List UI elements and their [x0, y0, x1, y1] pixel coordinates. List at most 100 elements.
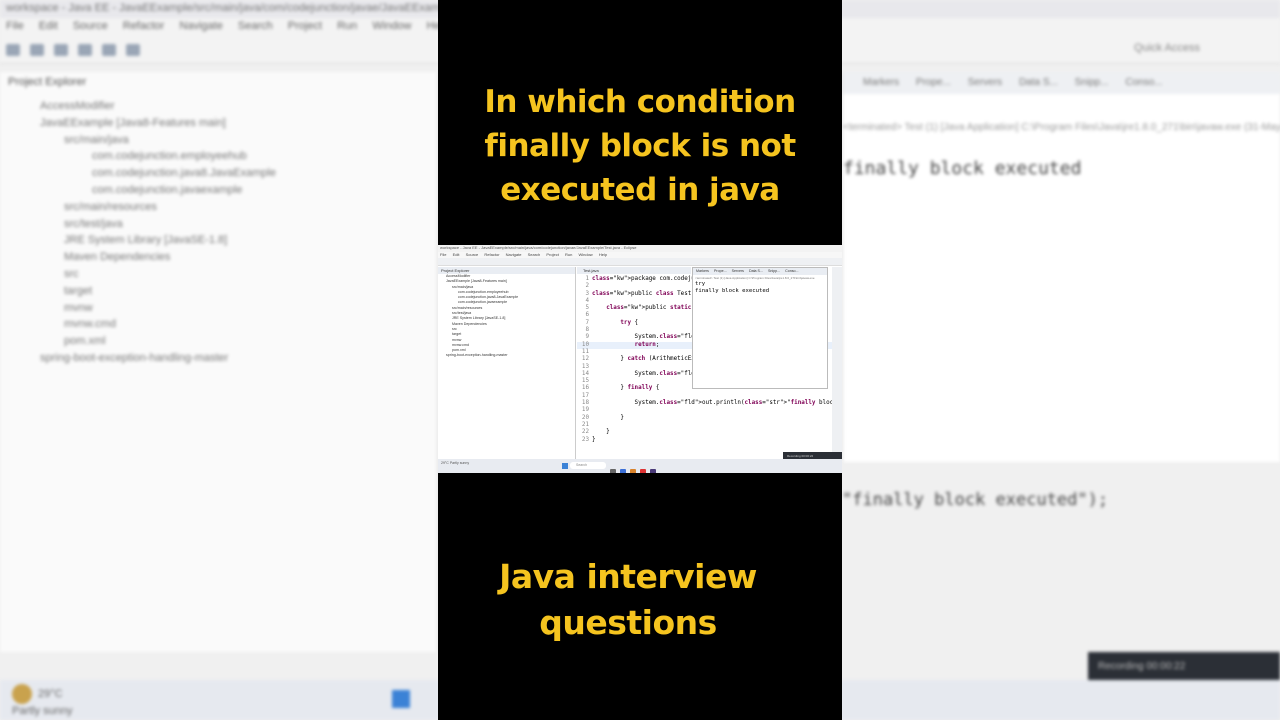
- tree-item[interactable]: src: [12, 266, 276, 283]
- tree-item[interactable]: com.codejunction.java8.JavaExample: [12, 165, 276, 182]
- code-line[interactable]: 19: [577, 407, 842, 414]
- tab-console[interactable]: Conso...: [785, 269, 798, 273]
- tree-item[interactable]: pom.xml: [12, 333, 276, 350]
- mini-menu-navigate[interactable]: Navigate: [506, 252, 522, 257]
- menu-source[interactable]: Source: [73, 20, 108, 32]
- task-view-icon[interactable]: [610, 469, 616, 473]
- video-overlay: In which condition finally block is not …: [438, 0, 842, 720]
- editor-tab[interactable]: Test.java: [577, 267, 691, 274]
- tab-data-source[interactable]: Data S...: [1019, 77, 1058, 88]
- tree-item[interactable]: src/main/java: [12, 132, 276, 149]
- mini-menu-help[interactable]: Help: [599, 252, 607, 257]
- edge-icon[interactable]: [620, 469, 626, 473]
- code-line[interactable]: 18 System.class="fld">out.println(class=…: [577, 400, 842, 407]
- taskbar-search-input[interactable]: Search: [570, 462, 606, 469]
- project-explorer-tab[interactable]: Project Explorer: [8, 76, 86, 88]
- mini-menu-window[interactable]: Window: [578, 252, 592, 257]
- tab-markers[interactable]: Markers: [696, 269, 709, 273]
- windows-start-icon[interactable]: [392, 690, 410, 708]
- line-number: 5: [585, 305, 589, 312]
- line-number: 3: [585, 290, 589, 297]
- mini-explorer-tab[interactable]: Project Explorer: [438, 267, 575, 274]
- explorer-icon[interactable]: [630, 469, 636, 473]
- console-tabs: Markers Prope... Servers Data S... Snipp…: [843, 72, 1280, 94]
- mini-menu-file[interactable]: File: [440, 252, 446, 257]
- menu-project[interactable]: Project: [288, 20, 322, 32]
- tree-item[interactable]: JRE System Library [JavaSE-1.8]: [12, 232, 276, 249]
- mini-menu-run[interactable]: Run: [565, 252, 572, 257]
- tree-item[interactable]: mvnw.cmd: [12, 316, 276, 333]
- tab-properties[interactable]: Prope...: [714, 269, 727, 273]
- debug-icon[interactable]: [78, 44, 92, 56]
- line-number: 19: [581, 407, 589, 414]
- tab-markers[interactable]: Markers: [863, 77, 899, 88]
- mini-recording-indicator: Recording 00:00:22: [783, 452, 842, 459]
- tree-item[interactable]: Maven Dependencies: [12, 249, 276, 266]
- tree-item[interactable]: spring-boot-exception-handling-master: [446, 353, 575, 358]
- tree-item[interactable]: src/test/java: [12, 216, 276, 233]
- line-text: }: [592, 436, 596, 443]
- chrome-icon[interactable]: [640, 469, 646, 473]
- mini-menu-search[interactable]: Search: [528, 252, 541, 257]
- menu-window[interactable]: Window: [372, 20, 411, 32]
- tab-servers[interactable]: Servers: [968, 77, 1002, 88]
- mini-menu-refactor[interactable]: Refactor: [484, 252, 499, 257]
- mini-menu-project[interactable]: Project: [546, 252, 558, 257]
- mini-menu-edit[interactable]: Edit: [453, 252, 460, 257]
- line-number: 2: [585, 283, 589, 290]
- mini-weather-widget[interactable]: 29°C Partly sunny: [441, 461, 469, 465]
- search-icon[interactable]: [126, 44, 140, 56]
- project-tree: AccessModifier JavaEExample [Java8-Featu…: [12, 98, 276, 367]
- line-number: 23: [581, 436, 589, 443]
- tree-item[interactable]: src/main/resources: [12, 199, 276, 216]
- code-line[interactable]: 23}: [577, 437, 842, 444]
- mini-menu-source[interactable]: Source: [466, 252, 479, 257]
- code-line[interactable]: 20 }: [577, 415, 842, 422]
- tree-item[interactable]: mvnw: [12, 300, 276, 317]
- weather-temp: 29°C: [38, 687, 63, 700]
- weather-widget[interactable]: 29°C Partly sunny: [12, 684, 73, 718]
- tree-item[interactable]: JavaEExample [Java8-Features main]: [12, 115, 276, 132]
- line-number: 11: [581, 348, 589, 355]
- tree-item[interactable]: com.codejunction.javaexample: [12, 182, 276, 199]
- code-line[interactable]: 17: [577, 393, 842, 400]
- headline-text: In which condition finally block is not …: [484, 84, 796, 208]
- tab-properties[interactable]: Prope...: [916, 77, 951, 88]
- tree-item[interactable]: target: [12, 283, 276, 300]
- code-line[interactable]: 21: [577, 422, 842, 429]
- eclipse-icon[interactable]: [650, 469, 656, 473]
- new-icon[interactable]: [6, 44, 20, 56]
- menu-edit[interactable]: Edit: [39, 20, 58, 32]
- save-icon[interactable]: [30, 44, 44, 56]
- tab-servers[interactable]: Servers: [732, 269, 744, 273]
- tree-item[interactable]: spring-boot-exception-handling-master: [12, 350, 276, 367]
- windows-start-icon[interactable]: [562, 463, 568, 469]
- quick-access-input[interactable]: Quick Access: [1134, 42, 1200, 54]
- menu-file[interactable]: File: [6, 20, 24, 32]
- line-text: return;: [634, 341, 660, 348]
- tab-snippets[interactable]: Snipp...: [1075, 77, 1109, 88]
- tab-snippets[interactable]: Snipp...: [768, 269, 780, 273]
- run-icon[interactable]: [102, 44, 116, 56]
- mini-project-explorer: Project Explorer AccessModifier JavaEExa…: [438, 267, 576, 459]
- menu-refactor[interactable]: Refactor: [123, 20, 165, 32]
- line-number: 4: [585, 297, 589, 304]
- footline-text: Java interview questions: [499, 557, 757, 642]
- tree-item[interactable]: com.codejunction.employeehub: [12, 148, 276, 165]
- console-line: finally block executed: [695, 287, 770, 294]
- menu-navigate[interactable]: Navigate: [179, 20, 222, 32]
- line-number: 18: [581, 400, 589, 407]
- menu-search[interactable]: Search: [238, 20, 273, 32]
- tree-item[interactable]: AccessModifier: [12, 98, 276, 115]
- line-number: 7: [585, 319, 589, 326]
- mini-toolbar: [438, 258, 842, 266]
- mini-console-tabs: Markers Prope... Servers Data S... Snipp…: [693, 268, 827, 275]
- line-text: System.class="fld">out.println(class="st…: [592, 400, 842, 407]
- tab-data-source[interactable]: Data S...: [749, 269, 763, 273]
- code-line[interactable]: 22 }: [577, 429, 842, 436]
- print-icon[interactable]: [54, 44, 68, 56]
- tab-console[interactable]: Conso...: [1125, 77, 1162, 88]
- menu-run[interactable]: Run: [337, 20, 357, 32]
- mini-code-editor: Test.java 1 class="kw">package com.codeju…: [577, 267, 842, 459]
- mini-console-output: try finally block executed: [693, 281, 827, 294]
